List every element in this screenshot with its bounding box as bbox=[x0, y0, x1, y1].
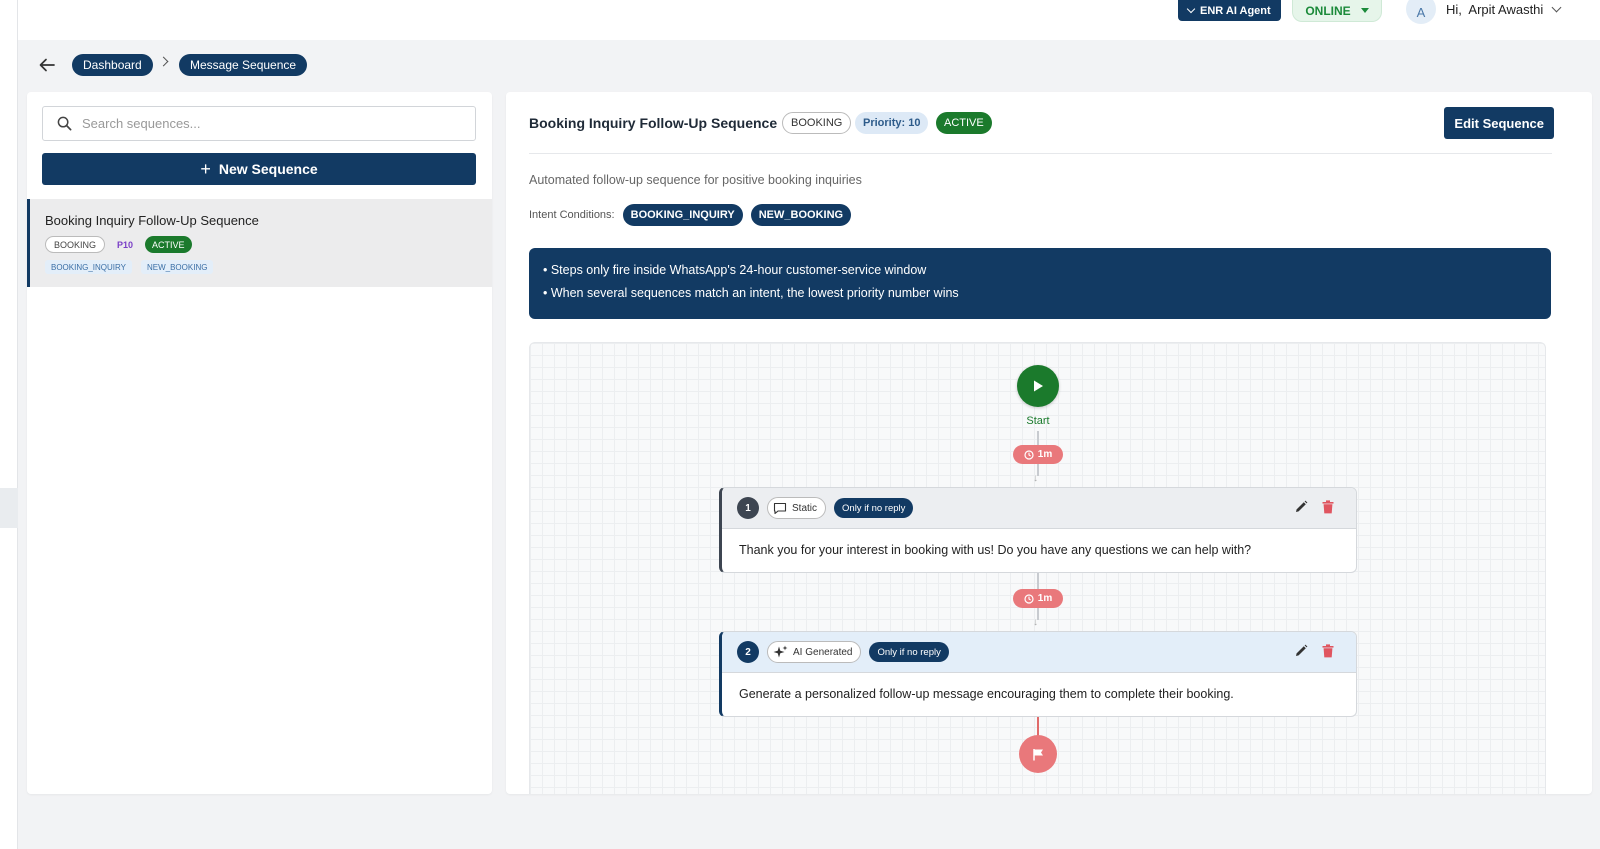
flag-icon bbox=[1032, 748, 1043, 760]
step-condition-badge: Only if no reply bbox=[869, 642, 949, 662]
info-line: • Steps only fire inside WhatsApp's 24-h… bbox=[543, 263, 927, 277]
chevron-right-icon bbox=[158, 56, 169, 67]
search-box[interactable] bbox=[42, 106, 476, 141]
delete-trash-icon[interactable] bbox=[1322, 500, 1334, 514]
step-card-1[interactable]: 1 Static Only if no reply Thank you for … bbox=[719, 487, 1357, 573]
step-number: 1 bbox=[737, 497, 759, 519]
connector-line bbox=[1037, 431, 1039, 445]
divider bbox=[529, 153, 1552, 154]
breadcrumb-dashboard[interactable]: Dashboard bbox=[72, 54, 153, 76]
end-node[interactable] bbox=[1019, 735, 1057, 773]
delay-value: 1m bbox=[1037, 449, 1053, 460]
sequence-item-intent-tag: BOOKING_INQUIRY bbox=[45, 260, 132, 274]
side-rail-indicator bbox=[0, 488, 18, 528]
sequence-title: Booking Inquiry Follow-Up Sequence bbox=[529, 115, 778, 131]
connector-line bbox=[1037, 717, 1039, 737]
status-label: ONLINE bbox=[1305, 3, 1351, 18]
agent-label: ENR AI Agent bbox=[1200, 4, 1271, 17]
new-sequence-button[interactable]: + New Sequence bbox=[42, 153, 476, 185]
edit-pencil-icon[interactable] bbox=[1294, 500, 1308, 514]
new-sequence-label: New Sequence bbox=[218, 161, 318, 177]
chevron-down-icon bbox=[1551, 2, 1562, 13]
sequence-item-title: Booking Inquiry Follow-Up Sequence bbox=[45, 213, 259, 228]
flow-canvas[interactable]: Start 1m ↓ 1 Static Only if no reply Tha… bbox=[529, 342, 1546, 794]
chat-bubble-icon bbox=[773, 502, 787, 514]
sequence-list-item[interactable]: Booking Inquiry Follow-Up Sequence BOOKI… bbox=[27, 199, 492, 287]
side-rail bbox=[0, 0, 18, 849]
status-badge: ACTIVE bbox=[936, 112, 992, 134]
sequence-detail-panel: Booking Inquiry Follow-Up Sequence BOOKI… bbox=[506, 92, 1592, 794]
caret-down-icon bbox=[1360, 8, 1369, 13]
start-label: Start bbox=[1026, 415, 1050, 427]
sequence-list-panel: + New Sequence Booking Inquiry Follow-Up… bbox=[27, 92, 492, 794]
step-type-label: AI Generated bbox=[793, 646, 853, 658]
step-message: Generate a personalized follow-up messag… bbox=[739, 687, 1234, 701]
clock-icon bbox=[1024, 449, 1034, 460]
category-badge: BOOKING bbox=[782, 112, 852, 134]
clock-icon bbox=[1024, 593, 1034, 604]
back-arrow-icon[interactable] bbox=[38, 56, 56, 74]
breadcrumb-message-sequence[interactable]: Message Sequence bbox=[179, 54, 308, 76]
step-condition-badge: Only if no reply bbox=[834, 498, 914, 518]
info-banner: • Steps only fire inside WhatsApp's 24-h… bbox=[529, 248, 1551, 319]
intent-tag: BOOKING_INQUIRY bbox=[622, 204, 743, 226]
sequence-item-status-badge: ACTIVE bbox=[145, 236, 192, 253]
arrow-down-icon: ↓ bbox=[1033, 617, 1038, 628]
step-header: 2 AI Generated Only if no reply bbox=[722, 632, 1356, 673]
sequence-item-priority: P10 bbox=[117, 239, 134, 250]
delay-value: 1m bbox=[1037, 593, 1053, 604]
intent-conditions-label: Intent Conditions: bbox=[529, 209, 615, 221]
step-type-badge: AI Generated bbox=[767, 641, 862, 663]
step-type-label: Static bbox=[792, 502, 818, 514]
plus-icon: + bbox=[200, 159, 211, 179]
sequence-item-intent-tag: NEW_BOOKING bbox=[140, 260, 214, 274]
delay-badge[interactable]: 1m bbox=[1013, 589, 1063, 608]
search-icon bbox=[57, 116, 72, 131]
edit-sequence-button[interactable]: Edit Sequence bbox=[1444, 107, 1554, 139]
play-icon bbox=[1034, 380, 1043, 392]
sequence-description: Automated follow-up sequence for positiv… bbox=[529, 173, 862, 187]
status-dropdown[interactable]: ONLINE bbox=[1292, 0, 1382, 22]
arrow-down-icon: ↓ bbox=[1033, 473, 1038, 484]
delay-badge[interactable]: 1m bbox=[1013, 445, 1063, 464]
user-greeting: Hi, Arpit Awasthi bbox=[1446, 2, 1544, 17]
start-node[interactable] bbox=[1017, 365, 1059, 407]
sparkles-icon bbox=[773, 645, 788, 658]
step-type-badge: Static bbox=[767, 497, 827, 519]
edit-pencil-icon[interactable] bbox=[1294, 644, 1308, 658]
delete-trash-icon[interactable] bbox=[1322, 644, 1334, 658]
priority-badge: Priority: 10 bbox=[855, 112, 929, 134]
user-menu[interactable]: Hi, Arpit Awasthi bbox=[1446, 2, 1562, 17]
info-line: • When several sequences match an intent… bbox=[543, 286, 959, 300]
intent-conditions: Intent Conditions: BOOKING_INQUIRY NEW_B… bbox=[529, 204, 852, 226]
agent-selector-button[interactable]: ENR AI Agent bbox=[1178, 0, 1281, 21]
step-header: 1 Static Only if no reply bbox=[722, 488, 1356, 529]
chevron-down-icon bbox=[1186, 4, 1196, 14]
step-message: Thank you for your interest in booking w… bbox=[739, 543, 1252, 557]
intent-tag: NEW_BOOKING bbox=[750, 204, 852, 226]
sequence-item-category-badge: BOOKING bbox=[45, 236, 106, 253]
search-input[interactable] bbox=[82, 116, 462, 131]
connector-line bbox=[1037, 573, 1039, 589]
step-number: 2 bbox=[737, 641, 759, 663]
step-card-2[interactable]: 2 AI Generated Only if no reply Generate… bbox=[719, 631, 1357, 717]
